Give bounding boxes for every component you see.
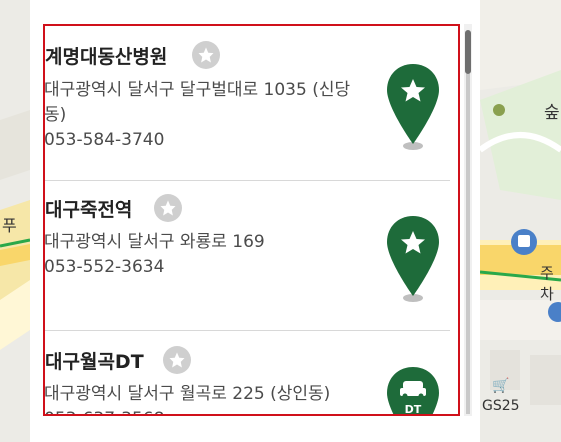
pin-label: DT [405,403,422,414]
store-name[interactable]: 대구죽전역 [45,195,132,222]
favorite-star-icon[interactable] [154,194,182,222]
map-label-4: GS25 [482,398,520,414]
store-name[interactable]: 계명대동산병원 [45,42,167,69]
store-phone: 053-552-3634 [44,257,165,277]
map-label-1: 푸 [2,216,17,235]
map-label-3: 주차 [540,264,554,303]
store-result-list: 계명대동산병원 대구광역시 달서구 달구벌대로 1035 (신당동) 053-5… [44,26,460,414]
store-phone: 053-637-3568 [44,407,364,414]
store-address: 대구광역시 달서구 달구벌대로 1035 (신당동) [44,80,351,125]
list-scrollbar-thumb[interactable] [465,30,471,74]
store-list-item[interactable]: 대구죽전역 대구광역시 달서구 와룡로 169 053-552-3634 [44,181,460,331]
star-store-pin-icon [385,62,441,152]
map-label-2: 숲 [544,103,560,123]
store-phone: 053-584-3740 [44,130,165,150]
favorite-star-icon[interactable] [163,346,191,374]
drive-thru-store-pin-icon: DT [385,365,441,414]
shopping-cart-icon: 🛒 [492,378,510,394]
store-name[interactable]: 대구월곡DT [45,347,144,374]
favorite-star-icon[interactable] [192,41,220,69]
store-address: 대구광역시 달서구 와룡로 169 [44,232,265,252]
store-list-item[interactable]: 대구월곡DT 대구광역시 달서구 월곡로 225 (상인동) 053-637-3… [44,331,460,414]
store-address: 대구광역시 달서구 월곡로 225 (상인동) [44,384,331,404]
star-store-pin-icon [385,214,441,304]
store-list-item[interactable]: 계명대동산병원 대구광역시 달서구 달구벌대로 1035 (신당동) 053-5… [44,26,460,180]
list-scrollbar-rail[interactable] [466,74,470,414]
